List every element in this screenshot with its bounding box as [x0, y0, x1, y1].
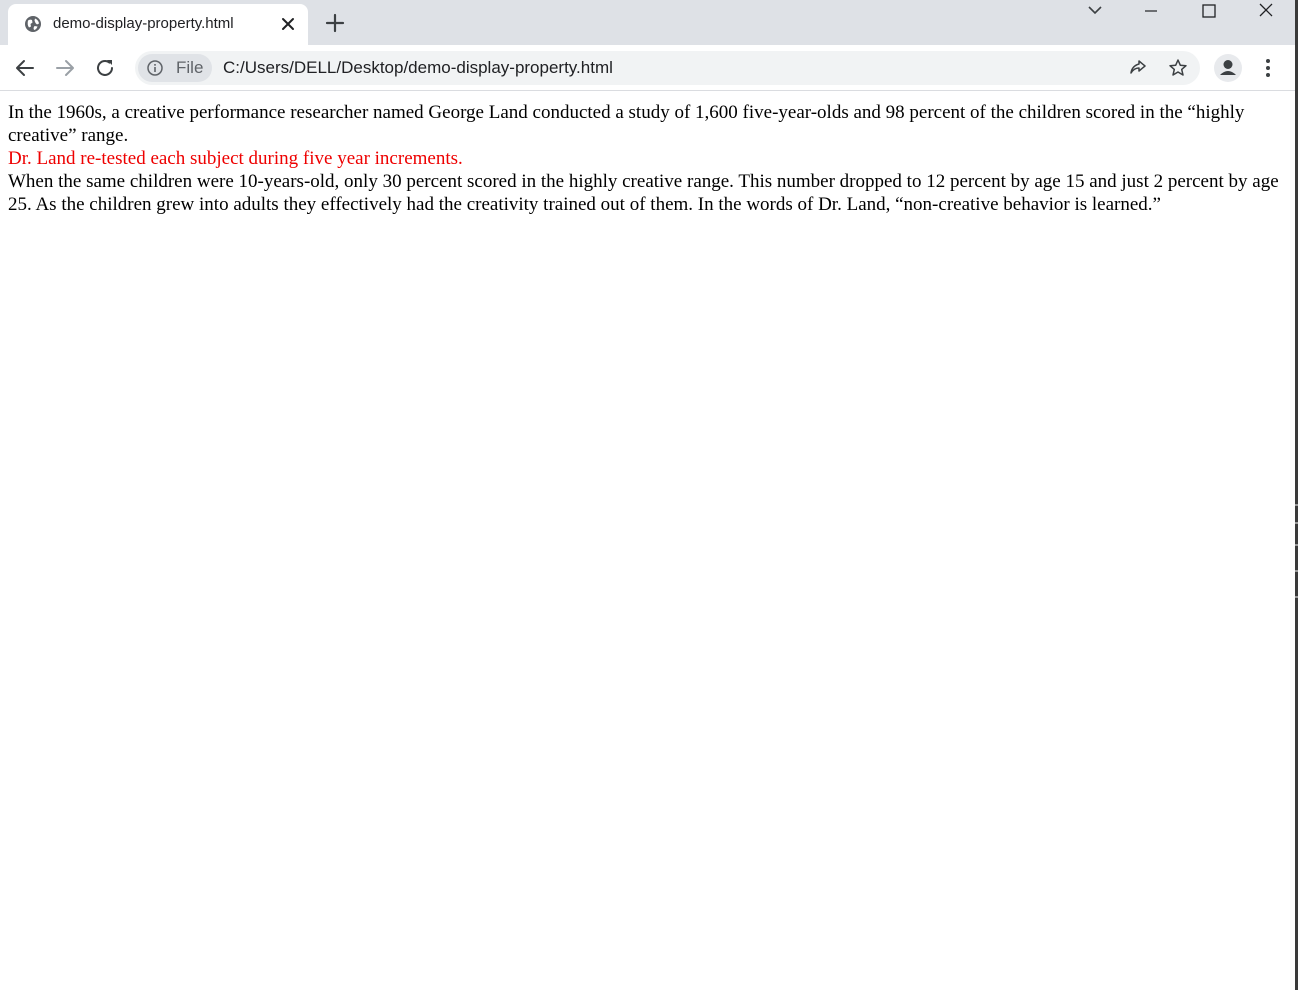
paragraph-retest-highlight: Dr. Land re-tested each subject during f…: [8, 148, 463, 169]
address-bar[interactable]: File C:/Users/DELL/Desktop/demo-display-…: [135, 51, 1200, 85]
plus-icon[interactable]: [323, 11, 347, 35]
site-info-chip[interactable]: File: [138, 54, 212, 82]
kebab-menu-icon[interactable]: [1258, 56, 1278, 80]
url-text[interactable]: C:/Users/DELL/Desktop/demo-display-prope…: [223, 58, 613, 78]
active-tab[interactable]: demo-display-property.html: [8, 4, 308, 45]
page-content: In the 1960s, a creative performance res…: [8, 101, 1283, 216]
star-icon[interactable]: [1168, 58, 1188, 78]
info-icon: [147, 60, 163, 76]
arrow-right-icon[interactable]: [52, 55, 78, 81]
close-window-icon[interactable]: [1238, 0, 1294, 24]
chevron-down-icon[interactable]: [1067, 0, 1123, 24]
tab-title: demo-display-property.html: [53, 15, 234, 32]
browser-window: demo-display-property.html File C:/Users…: [0, 0, 1295, 990]
site-info-label: File: [176, 58, 204, 77]
arrow-left-icon[interactable]: [12, 55, 38, 81]
paragraph-intro: In the 1960s, a creative performance res…: [8, 102, 1245, 146]
paragraph-results: When the same children were 10-years-old…: [8, 171, 1279, 215]
tab-strip: demo-display-property.html: [0, 0, 1295, 45]
toolbar: File C:/Users/DELL/Desktop/demo-display-…: [0, 45, 1295, 91]
person-icon[interactable]: [1213, 53, 1243, 83]
globe-icon: [24, 15, 42, 33]
share-icon[interactable]: [1128, 58, 1148, 78]
reload-icon[interactable]: [92, 55, 118, 81]
maximize-icon[interactable]: [1181, 0, 1237, 24]
close-icon[interactable]: [278, 14, 298, 34]
minimize-icon[interactable]: [1123, 0, 1179, 24]
